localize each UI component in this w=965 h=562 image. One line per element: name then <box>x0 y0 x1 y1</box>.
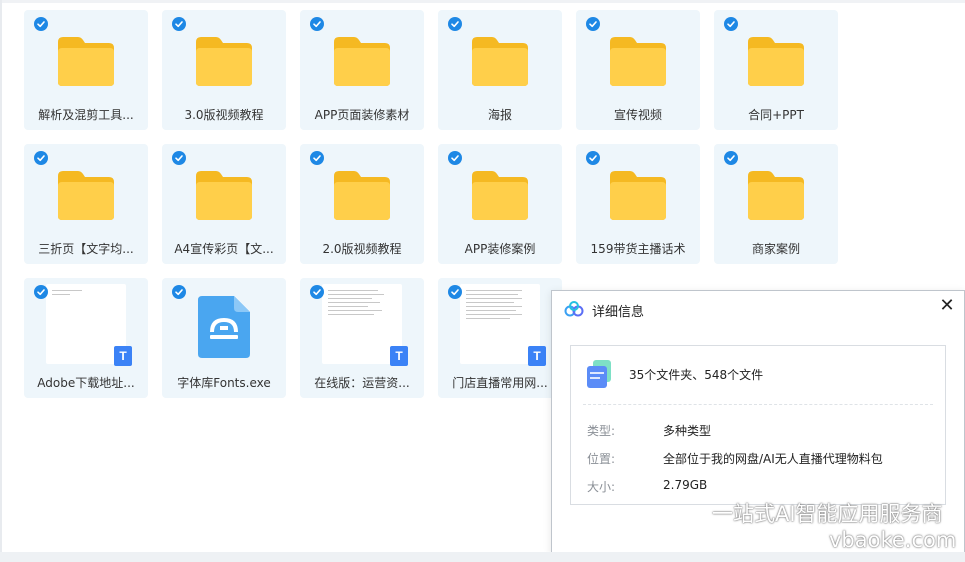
location-value[interactable]: 全部位于我的网盘/AI无人直播代理物料包 <box>663 450 883 467</box>
size-value: 2.79GB <box>663 478 708 492</box>
panel-title: 详细信息 <box>592 305 645 320</box>
check-icon[interactable] <box>724 17 738 31</box>
document-lines <box>52 290 108 298</box>
check-icon[interactable] <box>172 151 186 165</box>
file-tile-folder[interactable]: 解析及混剪工具... <box>24 10 148 130</box>
file-name: A4宣传彩页【文... <box>174 242 274 256</box>
document-icon: T <box>390 346 408 366</box>
file-tile-folder[interactable]: 3.0版视频教程 <box>162 10 286 130</box>
file-tile-folder[interactable]: 三折页【文字均... <box>24 144 148 264</box>
file-tile-exe[interactable]: 字体库Fonts.exe <box>162 278 286 398</box>
file-tile-document[interactable]: T Adobe下载地址... <box>24 278 148 398</box>
document-icon: T <box>114 346 132 366</box>
file-name: Adobe下载地址... <box>37 376 135 390</box>
top-border <box>0 0 965 3</box>
type-value: 多种类型 <box>663 424 712 438</box>
file-tile-folder[interactable]: 商家案例 <box>714 144 838 264</box>
bottom-border <box>0 552 965 562</box>
file-tile-folder[interactable]: 159带货主播话术 <box>576 144 700 264</box>
check-icon[interactable] <box>310 151 324 165</box>
summary-text: 35个文件夹、548个文件 <box>629 368 764 382</box>
file-name: 在线版：运营资... <box>314 376 410 390</box>
file-tile-folder[interactable]: 宣传视频 <box>576 10 700 130</box>
size-label: 大小: <box>587 480 616 494</box>
file-tile-folder[interactable]: APP装修案例 <box>438 144 562 264</box>
check-icon[interactable] <box>448 17 462 31</box>
exe-icon <box>198 296 250 358</box>
folder-icon <box>610 37 666 86</box>
check-icon[interactable] <box>310 285 324 299</box>
close-icon[interactable]: ✕ <box>936 295 958 317</box>
type-label: 类型: <box>587 424 616 438</box>
folder-icon <box>472 37 528 86</box>
check-icon[interactable] <box>34 151 48 165</box>
file-tile-folder[interactable]: 海报 <box>438 10 562 130</box>
file-name: APP装修案例 <box>464 242 536 256</box>
watermark-line2: vbaoke.com <box>829 528 957 552</box>
file-tile-folder[interactable]: APP页面装修素材 <box>300 10 424 130</box>
file-name: 解析及混剪工具... <box>38 108 134 122</box>
folder-icon <box>196 37 252 86</box>
file-name: APP页面装修素材 <box>314 108 410 122</box>
file-tile-document[interactable]: T 在线版：运营资... <box>300 278 424 398</box>
file-tile-folder[interactable]: A4宣传彩页【文... <box>162 144 286 264</box>
location-label: 位置: <box>587 452 616 466</box>
folder-icon <box>58 171 114 220</box>
file-name: 门店直播常用网... <box>452 376 548 390</box>
folder-icon <box>472 171 528 220</box>
check-icon[interactable] <box>310 17 324 31</box>
watermark-line1: 一站式AI智能应用服务商 <box>712 502 943 526</box>
folder-icon <box>748 171 804 220</box>
info-box: 35个文件夹、548个文件 类型: 多种类型 位置: 全部位于我的网盘/AI无人… <box>570 345 946 505</box>
folder-icon <box>334 37 390 86</box>
file-name: 海报 <box>487 108 512 122</box>
file-name: 合同+PPT <box>748 108 804 122</box>
folder-icon <box>196 171 252 220</box>
file-name: 商家案例 <box>751 242 800 256</box>
folder-icon <box>334 171 390 220</box>
check-icon[interactable] <box>586 151 600 165</box>
file-name: 3.0版视频教程 <box>184 108 264 122</box>
file-name: 2.0版视频教程 <box>322 242 402 256</box>
check-icon[interactable] <box>724 151 738 165</box>
file-name: 宣传视频 <box>613 108 662 122</box>
check-icon[interactable] <box>448 285 462 299</box>
file-name: 三折页【文字均... <box>38 242 134 256</box>
divider <box>583 404 933 405</box>
check-icon[interactable] <box>172 285 186 299</box>
check-icon[interactable] <box>34 17 48 31</box>
file-name: 159带货主播话术 <box>590 242 686 256</box>
multi-file-icon <box>587 360 611 388</box>
check-icon[interactable] <box>586 17 600 31</box>
file-tile-document[interactable]: T 门店直播常用网... <box>438 278 562 398</box>
file-name: 字体库Fonts.exe <box>177 376 271 390</box>
file-tile-folder[interactable]: 合同+PPT <box>714 10 838 130</box>
check-icon[interactable] <box>34 285 48 299</box>
document-icon: T <box>528 346 546 366</box>
folder-icon <box>748 37 804 86</box>
folder-icon <box>610 171 666 220</box>
check-icon[interactable] <box>448 151 462 165</box>
left-border <box>0 0 2 562</box>
baidu-netdisk-logo-icon <box>564 301 584 317</box>
document-lines <box>466 290 522 322</box>
document-lines <box>328 290 384 318</box>
folder-icon <box>58 37 114 86</box>
check-icon[interactable] <box>172 17 186 31</box>
file-tile-folder[interactable]: 2.0版视频教程 <box>300 144 424 264</box>
